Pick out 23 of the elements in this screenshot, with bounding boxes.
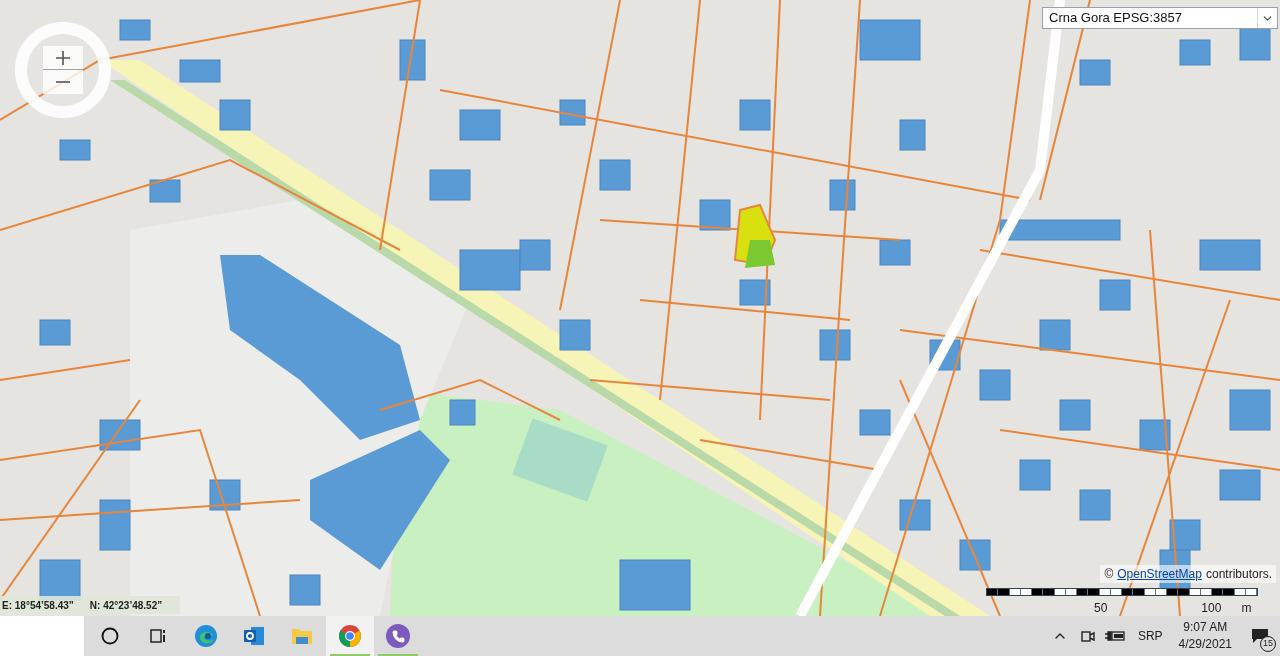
scale-label: 50	[1094, 600, 1108, 617]
zoom-in-button[interactable]	[43, 46, 83, 70]
chrome-browser-icon	[338, 624, 362, 648]
language-indicator[interactable]: SRP	[1137, 627, 1163, 645]
scale-unit: m	[1241, 600, 1252, 617]
north-coordinate: N: 42°23’48.52”	[89, 598, 163, 613]
task-view-icon	[149, 627, 167, 645]
clock[interactable]: 9:07 AM 4/29/2021	[1170, 619, 1240, 653]
zoom-out-button[interactable]	[43, 70, 83, 94]
cortana-circle-icon	[101, 627, 119, 645]
viber-phone-icon	[386, 624, 410, 648]
openstreetmap-link[interactable]: OpenStreetMap	[1117, 565, 1202, 583]
scale-label: 100	[1201, 600, 1222, 617]
attribution-text: contributors.	[1205, 566, 1272, 583]
notification-count-badge: 15	[1260, 636, 1276, 652]
minus-icon	[56, 81, 70, 83]
outlook-mail-icon	[242, 624, 266, 648]
edge-browser-icon	[194, 624, 218, 648]
battery-plug-icon[interactable]	[1103, 629, 1126, 643]
plus-icon	[56, 50, 70, 65]
copyright-symbol: ©	[1104, 566, 1114, 583]
projection-select[interactable]: Crna Gora EPSG:3857	[1042, 7, 1278, 29]
east-coordinate: E: 18°54’58.43”	[2, 598, 74, 613]
